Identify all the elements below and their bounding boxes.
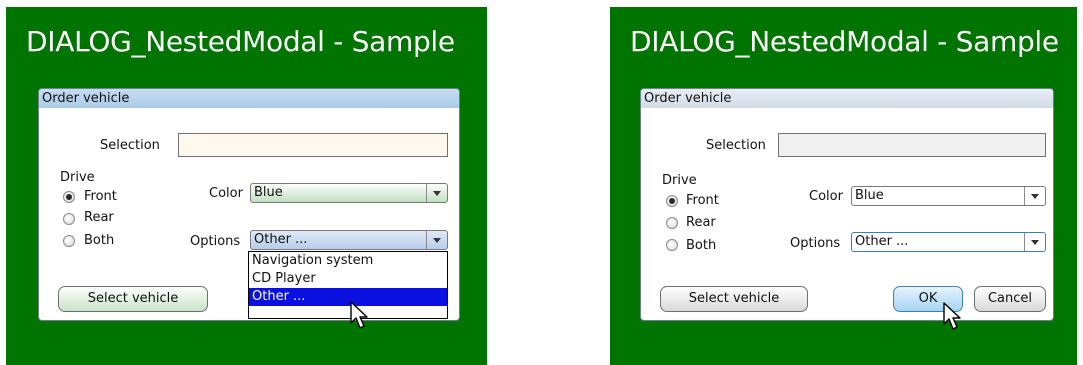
order-vehicle-dialog: Order vehicle Selection Drive Front Rear…: [38, 88, 460, 329]
selection-field[interactable]: [778, 133, 1046, 157]
color-value: Blue: [254, 185, 283, 200]
cancel-button[interactable]: Cancel: [974, 286, 1046, 312]
window-title: DIALOG_NestedModal - Sample: [630, 25, 1059, 58]
options-combobox[interactable]: Other ...: [851, 232, 1046, 252]
selection-label: Selection: [100, 138, 160, 153]
radio-front-label: Front: [686, 193, 719, 208]
dialog-titlebar[interactable]: Order vehicle: [641, 89, 1053, 108]
radio-front-label: Front: [84, 189, 117, 204]
chevron-down-icon[interactable]: [426, 231, 447, 249]
radio-rear-label: Rear: [686, 215, 716, 230]
radio-both[interactable]: [666, 239, 678, 251]
select-vehicle-button[interactable]: Select vehicle: [58, 286, 208, 312]
window-title: DIALOG_NestedModal - Sample: [26, 25, 455, 58]
mouse-pointer-icon: [943, 302, 961, 330]
options-dropdown-list[interactable]: Navigation system CD Player Other ...: [248, 251, 448, 319]
chevron-down-icon[interactable]: [426, 184, 447, 202]
options-label: Options: [790, 236, 841, 251]
dialog-titlebar[interactable]: Order vehicle: [39, 89, 459, 108]
radio-both-label: Both: [84, 233, 115, 248]
left-panel: DIALOG_NestedModal - Sample Order vehicl…: [6, 7, 487, 365]
radio-both[interactable]: [63, 235, 75, 247]
radio-front[interactable]: [63, 191, 75, 203]
radio-both-label: Both: [686, 238, 717, 253]
drive-label: Drive: [60, 170, 95, 185]
select-vehicle-button[interactable]: Select vehicle: [660, 286, 808, 312]
options-value: Other ...: [254, 232, 308, 247]
radio-rear[interactable]: [63, 213, 75, 225]
selection-field[interactable]: [178, 133, 448, 157]
options-combobox[interactable]: Other ...: [250, 230, 448, 250]
right-panel: DIALOG_NestedModal - Sample Order vehicl…: [610, 7, 1077, 365]
radio-rear-label: Rear: [84, 210, 114, 225]
list-item-cd-player[interactable]: CD Player: [249, 270, 447, 288]
list-item-other[interactable]: Other ...: [249, 288, 447, 306]
radio-front[interactable]: [666, 195, 678, 207]
chevron-down-icon[interactable]: [1024, 233, 1045, 251]
radio-rear[interactable]: [666, 217, 678, 229]
options-value: Other ...: [855, 234, 909, 249]
color-value: Blue: [855, 188, 884, 203]
drive-label: Drive: [662, 173, 697, 188]
color-combobox[interactable]: Blue: [250, 183, 448, 203]
color-label: Color: [809, 189, 843, 204]
options-label: Options: [190, 234, 241, 249]
color-label: Color: [209, 186, 243, 201]
list-item-navigation-system[interactable]: Navigation system: [249, 252, 447, 270]
order-vehicle-dialog: Order vehicle Selection Drive Front Rear…: [640, 88, 1054, 330]
color-combobox[interactable]: Blue: [851, 186, 1046, 206]
selection-label: Selection: [706, 138, 766, 153]
mouse-pointer-icon: [350, 301, 368, 329]
chevron-down-icon[interactable]: [1024, 187, 1045, 205]
